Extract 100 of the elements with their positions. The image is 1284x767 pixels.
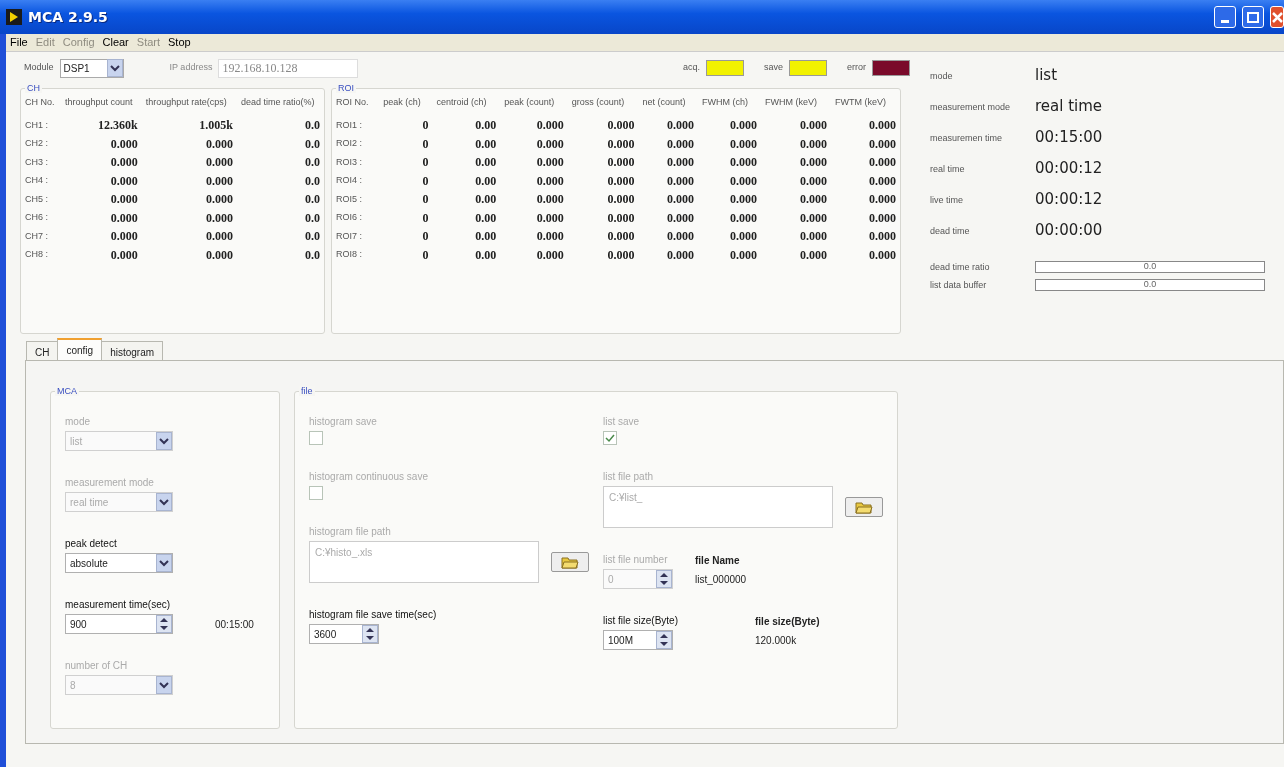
table-cell-text: 0.000 xyxy=(606,246,636,264)
table-cell-text: 0.000 xyxy=(606,191,636,209)
menu-item[interactable]: File xyxy=(10,34,28,51)
menu-item[interactable]: Stop xyxy=(168,34,191,51)
tab[interactable]: histogram xyxy=(101,341,164,360)
close-button[interactable] xyxy=(1270,6,1284,28)
table-cell-text: 0.000 xyxy=(109,209,139,227)
maximize-button[interactable] xyxy=(1242,6,1264,28)
table-cell-text: 0.000 xyxy=(109,172,139,190)
module-dropdown[interactable]: DSP1 xyxy=(59,58,124,78)
column-header: FWHM (keV) xyxy=(764,96,819,109)
app-icon xyxy=(6,9,22,25)
table-cell-text: 0.0 xyxy=(304,117,321,135)
tab[interactable]: config xyxy=(57,338,103,360)
table-cell-text: 0.0 xyxy=(304,135,321,153)
table-cell-text: 0.000 xyxy=(799,228,829,246)
column-header: peak (count) xyxy=(503,96,556,109)
caret-icon xyxy=(156,554,172,572)
field-label: histogram file path xyxy=(309,525,391,539)
table-cell-text: 12.360k xyxy=(97,117,139,135)
number-field[interactable]: 3600 xyxy=(309,624,379,644)
group-title: file xyxy=(299,386,315,396)
table-cell-text: 0.000 xyxy=(799,117,829,135)
table-cell-text: 0.00 xyxy=(474,172,498,190)
status-value: 00:00:12 xyxy=(1035,158,1103,180)
caret-icon xyxy=(106,59,123,77)
table-cell-text: 0.000 xyxy=(729,117,759,135)
minimize-button[interactable] xyxy=(1214,6,1236,28)
table-cell-text: 0 xyxy=(421,246,430,264)
browse-button[interactable] xyxy=(845,497,883,517)
row-label: CH3 : xyxy=(24,155,49,169)
table-cell-text: 0.000 xyxy=(729,154,759,172)
table-cell-text: 0.000 xyxy=(729,209,759,227)
menu-item[interactable]: Clear xyxy=(102,34,129,51)
folder-icon xyxy=(561,555,579,569)
row-label: ROI5 : xyxy=(335,192,363,206)
table-cell-text: 0 xyxy=(421,228,430,246)
dropdown[interactable]: absolute xyxy=(65,553,173,573)
table-cell-text: 0.000 xyxy=(204,172,234,190)
table-cell-text: 0.000 xyxy=(535,228,565,246)
table-cell-text: 0.000 xyxy=(666,191,696,209)
status-value: 00:00:00 xyxy=(1035,220,1103,242)
info-value: 120.000k xyxy=(755,634,798,648)
number-field[interactable]: 900 xyxy=(65,614,173,634)
table-cell-text: 0.000 xyxy=(868,191,897,209)
table-cell-text: 0.000 xyxy=(799,154,829,172)
indicator-label: save xyxy=(763,61,783,75)
caret-icon xyxy=(156,432,172,450)
table-cell-text: 0.000 xyxy=(535,117,565,135)
table-cell-text: 0.0 xyxy=(304,228,321,246)
table-cell-text: 0.000 xyxy=(606,117,636,135)
close-icon xyxy=(1271,11,1283,23)
table-cell-text: 0.000 xyxy=(204,228,234,246)
row-label: ROI2 : xyxy=(335,137,363,150)
group-title: CH xyxy=(25,83,42,93)
table-cell-text: 0.000 xyxy=(799,135,829,153)
table-cell-text: 0.000 xyxy=(729,135,759,153)
table-cell-text: 0.000 xyxy=(729,172,759,190)
meter-label: list data buffer xyxy=(930,280,988,290)
table-cell-text: 1.005k xyxy=(198,117,234,135)
field-label: measurement mode xyxy=(65,476,154,490)
field-label: list file number xyxy=(603,553,668,567)
column-header: FWHM (ch) xyxy=(701,96,750,109)
row-label: CH4 : xyxy=(24,174,49,187)
field-label: list file path xyxy=(603,470,654,484)
field-label: peak detect xyxy=(65,537,117,551)
table-cell-text: 0.000 xyxy=(606,209,636,227)
field-label: Module xyxy=(24,61,54,75)
check-icon xyxy=(605,433,615,443)
row-label: ROI3 : xyxy=(335,155,363,169)
info-value: list_000000 xyxy=(695,573,747,587)
spin-icon xyxy=(656,631,672,649)
table-cell-text: 0.000 xyxy=(109,135,139,153)
browse-button[interactable] xyxy=(551,552,589,572)
table-cell-text: 0.000 xyxy=(799,191,829,209)
field-label: number of CH xyxy=(65,659,128,673)
status-value: real time xyxy=(1035,96,1103,118)
table-cell-text: 0.000 xyxy=(204,209,234,227)
field-label: histogram continuous save xyxy=(309,470,428,484)
table-cell-text: 0.000 xyxy=(109,246,139,264)
row-label: CH5 : xyxy=(24,192,49,206)
caret-icon xyxy=(156,676,172,694)
tab[interactable]: CH xyxy=(26,341,59,360)
meter-label: dead time ratio xyxy=(930,262,991,272)
indicator-label: acq. xyxy=(682,61,700,75)
table-cell-text: 0.000 xyxy=(729,191,759,209)
column-header: dead time ratio(%) xyxy=(239,96,316,109)
table-cell-text: 0 xyxy=(421,191,430,209)
field-label: list file size(Byte) xyxy=(603,614,678,628)
column-header: throughput count xyxy=(64,96,134,109)
table-cell-text: 0 xyxy=(421,154,430,172)
table-cell-text: 0.00 xyxy=(474,191,498,209)
table-cell-text: 0.000 xyxy=(204,154,234,172)
spin-icon xyxy=(656,570,672,588)
table-cell-text: 0 xyxy=(421,117,430,135)
table-cell-text: 0.000 xyxy=(606,154,636,172)
status-label: live time xyxy=(930,194,964,205)
field-label: IP address xyxy=(169,61,213,75)
number-field[interactable]: 100M xyxy=(603,630,673,650)
group-title: MCA xyxy=(55,386,79,396)
